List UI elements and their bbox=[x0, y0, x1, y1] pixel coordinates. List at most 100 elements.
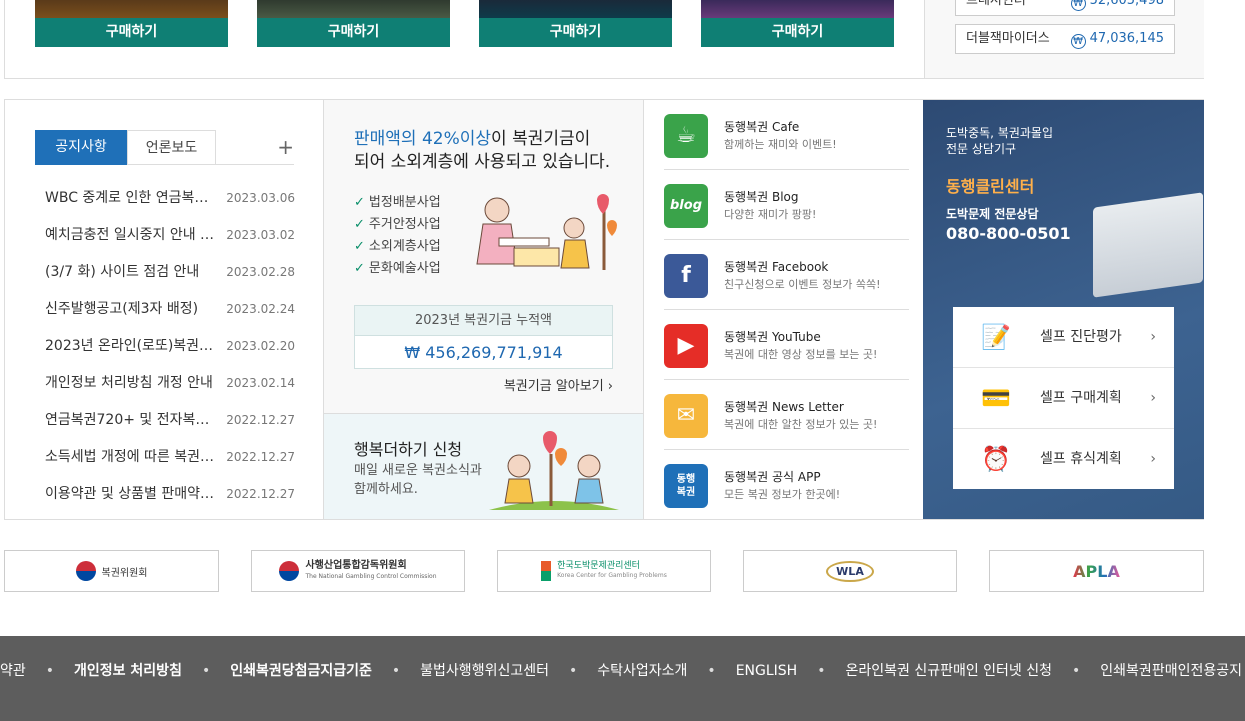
buy-button[interactable]: 구매하기 bbox=[479, 18, 672, 47]
footer-link[interactable]: 인쇄복권당첨금지급기준 bbox=[230, 660, 372, 680]
notice-title: 신주발행공고(제3자 배정) bbox=[45, 291, 215, 328]
notice-list-item[interactable]: (3/7 화) 사이트 점검 안내 2023.02.28 bbox=[35, 254, 295, 291]
self-menu-label: 셀프 진단평가 bbox=[1040, 329, 1122, 345]
self-menu-item[interactable]: ⏰ 셀프 휴식계획 › bbox=[953, 429, 1174, 490]
buy-button[interactable]: 구매하기 bbox=[35, 18, 228, 47]
clean-center-subtitle: 도박문제 전문상담 bbox=[946, 207, 1039, 221]
more-plus-icon[interactable]: + bbox=[277, 130, 294, 165]
sns-item[interactable]: ▶ 동행복권 YouTube 복권에 대한 영상 정보를 보는 곳! bbox=[664, 310, 909, 380]
footer-separator: • bbox=[707, 663, 716, 679]
sns-item[interactable]: f 동행복권 Facebook 친구신청으로 이벤트 정보가 쏙쏙! bbox=[664, 240, 909, 310]
notice-date: 2023.03.06 bbox=[226, 191, 295, 205]
sns-desc: 친구신청으로 이벤트 정보가 쏙쏙! bbox=[724, 278, 881, 291]
product-thumbnail[interactable] bbox=[701, 0, 894, 18]
chevron-right-icon: › bbox=[1150, 329, 1156, 345]
happy-subtitle: 매일 새로운 복권소식과 함께하세요. bbox=[354, 463, 482, 497]
notice-list-item[interactable]: 2023년 온라인(로또)복권 판매인 모집 안내 2023.02.20 bbox=[35, 328, 295, 365]
fund-check-label: 법정배분사업 bbox=[368, 195, 441, 210]
notice-list: WBC 중계로 인한 연금복권720+ 추첨방송 시간 변경 안내 2023.03… bbox=[35, 180, 295, 513]
notice-list-item[interactable]: 이용약관 및 상품별 판매약관 개정 안내 2022.12.27 bbox=[35, 476, 295, 513]
notice-date: 2023.03.02 bbox=[226, 228, 295, 242]
tab-press[interactable]: 언론보도 bbox=[127, 130, 216, 165]
notice-date: 2022.12.27 bbox=[226, 487, 295, 501]
clean-center-phone[interactable]: 080-800-0501 bbox=[946, 224, 1071, 243]
checkmark-icon: ✓ bbox=[354, 261, 365, 276]
sns-item[interactable]: 동행 복권 동행복권 공식 APP 모든 복권 정보가 한곳에! bbox=[664, 450, 909, 520]
notice-list-item[interactable]: 개인정보 처리방침 개정 안내 2023.02.14 bbox=[35, 365, 295, 402]
fund-check-label: 문화예술사업 bbox=[368, 261, 441, 276]
tab-notice[interactable]: 공지사항 bbox=[35, 130, 127, 165]
notice-list-item[interactable]: WBC 중계로 인한 연금복권720+ 추첨방송 시간 변경 안내 2023.03… bbox=[35, 180, 295, 217]
sns-name: 동행복권 News Letter bbox=[724, 400, 844, 414]
ranking-name: 더블잭마이더스 bbox=[966, 31, 1050, 46]
partner-apla[interactable]: APLA bbox=[989, 550, 1204, 592]
product-card-2: 구매하기 bbox=[257, 0, 450, 47]
buy-button[interactable]: 구매하기 bbox=[257, 18, 450, 47]
partner-lottery-commission[interactable]: 복권위원회 bbox=[4, 550, 219, 592]
partner-gambling-control[interactable]: 사행산업통합감독위원회 The National Gambling Control… bbox=[251, 550, 465, 592]
notice-date: 2022.12.27 bbox=[226, 450, 295, 464]
product-card-4: 구매하기 bbox=[701, 0, 894, 47]
won-icon: ₩ bbox=[1070, 34, 1086, 49]
fund-check-label: 주거안정사업 bbox=[368, 217, 441, 232]
footer-separator: • bbox=[817, 663, 826, 679]
lottery-fund-panel: 판매액의 42%이상이 복권기금이 되어 소외계층에 사용되고 있습니다. ✓ 법… bbox=[324, 100, 644, 413]
partner-kcgp[interactable]: 한국도박문제관리센터 Korea Center for Gambling Prob… bbox=[497, 550, 711, 592]
sns-item[interactable]: blog 동행복권 Blog 다양한 재미가 팡팡! bbox=[664, 170, 909, 240]
self-diagnosis-icon: 📝 bbox=[981, 323, 1011, 351]
clean-center-panel: 도박중독, 복권과몰입 전문 상담기구 동행클린센터 도박문제 전문상담 080… bbox=[923, 100, 1204, 519]
self-menu-label: 셀프 휴식계획 bbox=[1040, 451, 1122, 467]
notice-list-item[interactable]: 예치금충전 일시중지 안내 (금융기관 시스템 점검) 2023.03.02 bbox=[35, 217, 295, 254]
product-thumbnail[interactable] bbox=[479, 0, 672, 18]
sns-desc: 모든 복권 정보가 한곳에! bbox=[724, 488, 841, 501]
footer-link[interactable]: 불법사행행위신고센터 bbox=[420, 660, 549, 680]
ranking-row[interactable]: 더블잭마이더스 ₩47,036,145 bbox=[955, 24, 1175, 54]
product-thumbnail[interactable] bbox=[35, 0, 228, 18]
product-thumbnail[interactable] bbox=[257, 0, 450, 18]
sns-desc: 함께하는 재미와 이벤트! bbox=[724, 138, 837, 151]
ranking-row[interactable]: 트레저헌터 ₩52,605,498 bbox=[955, 0, 1175, 16]
notice-title: 이용약관 및 상품별 판매약관 개정 안내 bbox=[45, 476, 215, 513]
footer: 약관 • 개인정보 처리방침 • 인쇄복권당첨금지급기준 • 불법사행행위신고센터 • 수탁사업… bbox=[0, 636, 1245, 721]
notice-title: 2023년 온라인(로또)복권 판매인 모집 안내 bbox=[45, 328, 215, 365]
footer-links: 약관 • 개인정보 처리방침 • 인쇄복권당첨금지급기준 • 불법사행행위신고센터 • 수탁사업… bbox=[0, 660, 1242, 680]
notice-list-item[interactable]: 연금복권720+ 및 전자복권 판매 안내 2022.12.27 bbox=[35, 402, 295, 439]
partner-wla[interactable]: WLA bbox=[743, 550, 957, 592]
notice-date: 2023.02.20 bbox=[226, 339, 295, 353]
product-strip: 구매하기 구매하기 구매하기 구매하기 트레저헌터 ₩52,605,498 더블… bbox=[4, 0, 1204, 79]
sns-name: 동행복권 Cafe bbox=[724, 120, 800, 134]
notice-date: 2023.02.14 bbox=[226, 376, 295, 390]
footer-link[interactable]: 개인정보 처리방침 bbox=[74, 660, 182, 680]
clean-line-2: 전문 상담기구 bbox=[946, 142, 1017, 156]
fund-total-box: 2023년 복권기금 누적액 ₩ 456,269,771,914 bbox=[354, 305, 613, 369]
fund-total-label: 2023년 복권기금 누적액 bbox=[355, 306, 612, 336]
notice-date: 2023.02.24 bbox=[226, 302, 295, 316]
fund-checklist: ✓ 법정배분사업 ✓ 주거안정사업 ✓ 소외계층사업 ✓ 문화예술사업 bbox=[354, 192, 441, 280]
sns-item[interactable]: ✉ 동행복권 News Letter 복권에 대한 알찬 정보가 있는 곳! bbox=[664, 380, 909, 450]
self-menu-item[interactable]: 📝 셀프 진단평가 › bbox=[953, 307, 1174, 368]
checkmark-icon: ✓ bbox=[354, 217, 365, 232]
taegeuk-logo-icon bbox=[75, 561, 96, 581]
footer-link[interactable]: 인쇄복권판매인전용공지 bbox=[1100, 660, 1242, 680]
footer-link[interactable]: ENGLISH bbox=[736, 663, 798, 679]
fund-check-item: ✓ 법정배분사업 bbox=[354, 192, 441, 214]
self-menu-label: 셀프 구매계획 bbox=[1040, 390, 1122, 406]
fund-check-label: 소외계층사업 bbox=[368, 239, 441, 254]
footer-link[interactable]: 온라인복권 신규판매인 인터넷 신청 bbox=[845, 660, 1052, 680]
footer-link[interactable]: 약관 bbox=[0, 660, 26, 680]
app-icon: 동행 복권 bbox=[664, 464, 708, 508]
happy-subscribe-panel[interactable]: 행복더하기 신청 매일 새로운 복권소식과 함께하세요. bbox=[324, 413, 644, 519]
self-menu-item[interactable]: 💳 셀프 구매계획 › bbox=[953, 368, 1174, 429]
fund-more-link[interactable]: 복권기금 알아보기 › bbox=[504, 375, 613, 394]
chevron-right-icon: › bbox=[607, 379, 613, 394]
sns-item[interactable]: ☕ 동행복권 Cafe 함께하는 재미와 이벤트! bbox=[664, 100, 909, 170]
monitor-illustration bbox=[1093, 192, 1203, 298]
footer-link[interactable]: 수탁사업자소개 bbox=[597, 660, 687, 680]
buy-button[interactable]: 구매하기 bbox=[701, 18, 894, 47]
notice-tabs: 공지사항 언론보도 + bbox=[35, 130, 294, 165]
fund-headline: 판매액의 42%이상이 복권기금이 되어 소외계층에 사용되고 있습니다. bbox=[354, 129, 611, 172]
checkmark-icon: ✓ bbox=[354, 239, 365, 254]
notice-list-item[interactable]: 소득세법 개정에 따른 복권 당첨금 세금 안내 2022.12.27 bbox=[35, 439, 295, 476]
newsletter-icon: ✉ bbox=[664, 394, 708, 438]
notice-list-item[interactable]: 신주발행공고(제3자 배정) 2023.02.24 bbox=[35, 291, 295, 328]
